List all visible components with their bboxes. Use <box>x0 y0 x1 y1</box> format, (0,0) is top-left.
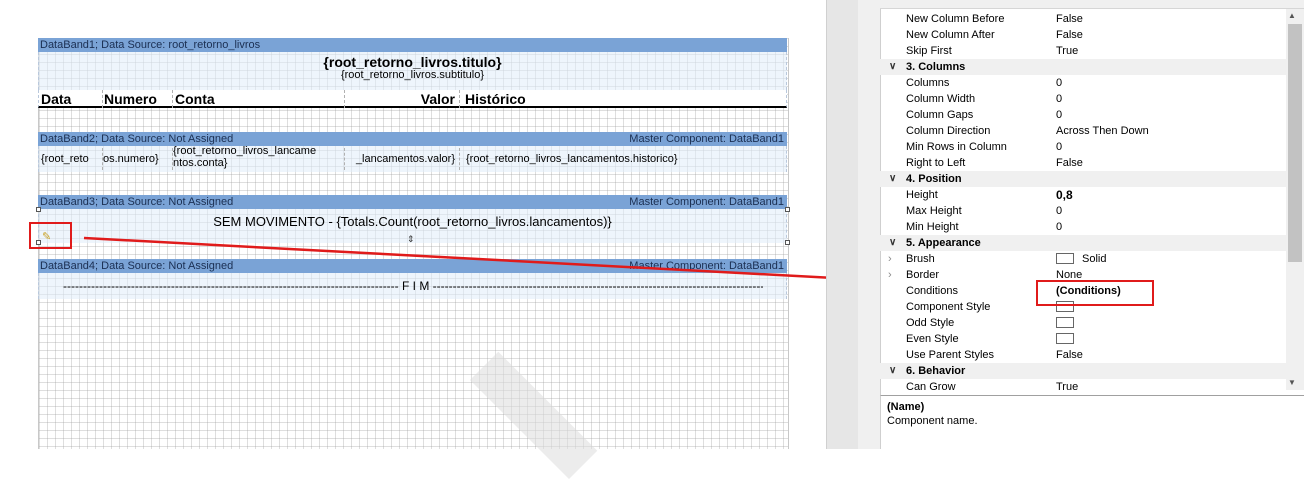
collapse-chevron-icon[interactable]: ∨ <box>889 171 896 187</box>
property-value-text: 0 <box>1056 221 1063 233</box>
property-value-text: True <box>1056 381 1079 390</box>
property-name: Min Rows in Column <box>906 141 1007 153</box>
property-name: 5. Appearance <box>906 237 981 249</box>
color-swatch <box>1056 253 1074 264</box>
property-name: New Column Before <box>906 13 1005 25</box>
scroll-down-icon[interactable]: ▼ <box>1288 378 1296 387</box>
expand-chevron-icon[interactable]: › <box>888 267 892 283</box>
property-value-text: Across Then Down <box>1056 125 1149 137</box>
property-value[interactable]: 0 <box>1056 75 1062 91</box>
property-name: Use Parent Styles <box>906 349 995 361</box>
property-value-text: 0 <box>1056 77 1063 89</box>
property-name: Can Grow <box>906 381 956 390</box>
property-scrollbar-thumb[interactable] <box>1288 24 1302 262</box>
color-swatch <box>1056 333 1074 344</box>
property-value-text: False <box>1056 349 1083 361</box>
property-name: Even Style <box>906 333 959 345</box>
property-value[interactable]: False <box>1056 347 1083 363</box>
property-value[interactable]: Solid <box>1056 251 1106 267</box>
property-row[interactable]: Column Direction Across Then Down <box>880 123 1286 139</box>
panel-gap <box>858 0 880 449</box>
property-name: Component Style <box>906 301 991 313</box>
property-row[interactable]: New Column After False <box>880 27 1286 43</box>
property-name: Column Direction <box>906 125 991 137</box>
color-swatch <box>1056 317 1074 328</box>
property-row[interactable]: Column Width 0 <box>880 91 1286 107</box>
property-value[interactable]: 0,8 <box>1056 187 1073 203</box>
description-text: Component name. <box>887 415 978 427</box>
property-row[interactable]: Right to Left False <box>880 155 1286 171</box>
property-value-text: False <box>1056 157 1083 169</box>
property-row[interactable]: Skip First True <box>880 43 1286 59</box>
property-row[interactable]: Can Grow True <box>880 379 1286 390</box>
property-value[interactable]: 0 <box>1056 107 1062 123</box>
property-name: 4. Position <box>906 173 962 185</box>
property-row[interactable]: New Column Before False <box>880 11 1286 27</box>
property-name: Right to Left <box>906 157 966 169</box>
property-category[interactable]: ∨ 5. Appearance <box>880 235 1286 251</box>
property-name: Skip First <box>906 45 952 57</box>
expand-chevron-icon[interactable]: › <box>888 251 892 267</box>
property-name: Column Gaps <box>906 109 974 121</box>
property-value-text: 0 <box>1056 205 1063 217</box>
property-value[interactable]: 0 <box>1056 139 1062 155</box>
property-name: Min Height <box>906 221 959 233</box>
property-value-text: True <box>1056 45 1079 57</box>
property-value[interactable]: 0 <box>1056 203 1062 219</box>
property-value-text: False <box>1056 13 1083 25</box>
annotation-box-conditions <box>1036 280 1154 306</box>
property-value-text: Solid <box>1082 253 1107 265</box>
panel-splitter[interactable] <box>826 0 858 449</box>
property-row[interactable]: Max Height 0 <box>880 203 1286 219</box>
property-value[interactable]: 0 <box>1056 91 1062 107</box>
property-row[interactable]: Use Parent Styles False <box>880 347 1286 363</box>
property-value-text: False <box>1056 29 1083 41</box>
property-value[interactable] <box>1056 315 1082 331</box>
property-name: Odd Style <box>906 317 955 329</box>
property-name: Columns <box>906 77 950 89</box>
property-value-text: 0,8 <box>1056 188 1073 202</box>
property-value[interactable]: True <box>1056 43 1078 59</box>
property-name: Brush <box>906 253 935 265</box>
property-value[interactable]: True <box>1056 379 1078 390</box>
property-row[interactable]: Column Gaps 0 <box>880 107 1286 123</box>
property-rows: New Column Before False New Column After Fa… <box>880 11 1286 390</box>
collapse-chevron-icon[interactable]: ∨ <box>889 235 896 251</box>
property-row[interactable]: Min Rows in Column 0 <box>880 139 1286 155</box>
property-name: New Column After <box>906 29 995 41</box>
property-name: Column Width <box>906 93 976 105</box>
property-row[interactable]: Height 0,8 <box>880 187 1286 203</box>
property-value[interactable]: 0 <box>1056 219 1062 235</box>
property-row[interactable]: › Brush Solid <box>880 251 1286 267</box>
property-name: Conditions <box>906 285 958 297</box>
property-category[interactable]: ∨ 3. Columns <box>880 59 1286 75</box>
property-value[interactable]: Across Then Down <box>1056 123 1149 139</box>
property-category[interactable]: ∨ 4. Position <box>880 171 1286 187</box>
property-row[interactable]: Columns 0 <box>880 75 1286 91</box>
property-name: Border <box>906 269 940 281</box>
property-value[interactable]: False <box>1056 155 1083 171</box>
property-name: 3. Columns <box>906 61 966 73</box>
property-category[interactable]: ∨ 6. Behavior <box>880 363 1286 379</box>
property-value-text: 0 <box>1056 93 1063 105</box>
collapse-chevron-icon[interactable]: ∨ <box>889 59 896 75</box>
property-value[interactable]: False <box>1056 27 1083 43</box>
property-value[interactable]: False <box>1056 11 1083 27</box>
property-value-text: 0 <box>1056 109 1063 121</box>
property-row[interactable]: Min Height 0 <box>880 219 1286 235</box>
property-description: (Name) Component name. <box>880 395 1304 449</box>
property-name: 6. Behavior <box>906 365 966 377</box>
property-name: Max Height <box>906 205 962 217</box>
property-name: Height <box>906 189 938 201</box>
collapse-chevron-icon[interactable]: ∨ <box>889 363 896 379</box>
scroll-up-icon[interactable]: ▲ <box>1288 11 1296 20</box>
property-value-text: 0 <box>1056 141 1063 153</box>
property-toolbar <box>880 0 1304 9</box>
property-row[interactable]: Even Style <box>880 331 1286 347</box>
property-row[interactable]: Odd Style <box>880 315 1286 331</box>
description-title: (Name) <box>887 401 925 413</box>
property-value[interactable] <box>1056 331 1082 347</box>
